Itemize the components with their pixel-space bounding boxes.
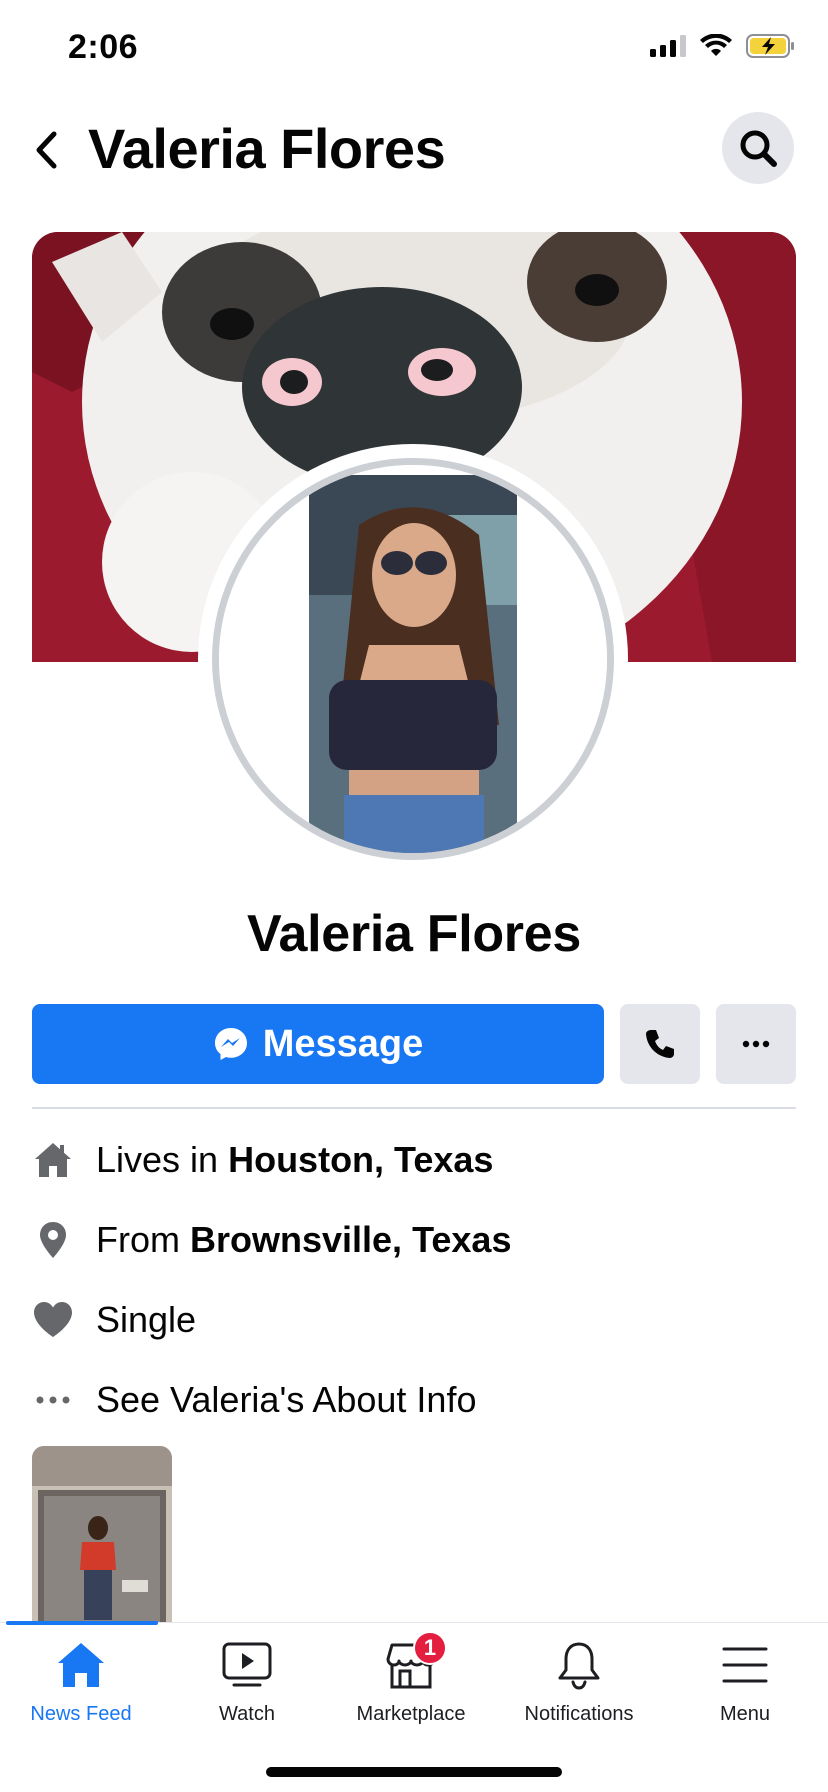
search-icon — [740, 130, 777, 167]
marketplace-badge: 1 — [413, 1631, 447, 1665]
info-row-relationship: Single — [32, 1280, 796, 1360]
tab-label: Notifications — [524, 1703, 634, 1725]
status-time: 2:06 — [68, 28, 139, 66]
tab-marketplace[interactable]: 1 Marketplace — [328, 1631, 494, 1747]
header-title: Valeria Flores — [88, 117, 446, 180]
location-pin-icon — [32, 1219, 74, 1261]
section-divider — [32, 1107, 796, 1109]
more-horizontal-icon — [742, 1040, 770, 1048]
bell-icon — [551, 1637, 607, 1693]
home-icon — [53, 1637, 109, 1693]
lives-in-place-link[interactable]: Houston, Texas — [228, 1139, 493, 1180]
tab-label: News Feed — [30, 1703, 132, 1725]
more-options-button[interactable] — [716, 1004, 796, 1084]
more-horizontal-icon — [32, 1379, 74, 1421]
call-button[interactable] — [620, 1004, 700, 1084]
bottom-tab-bar: News Feed Watch 1 Marketplace Notificati… — [0, 1621, 828, 1792]
profile-photo-image — [219, 465, 607, 853]
from-place-link[interactable]: Brownsville, Texas — [190, 1219, 511, 1260]
intro-info-list: Lives in Houston, Texas From Brownsville… — [32, 1120, 796, 1440]
tab-notifications[interactable]: Notifications — [496, 1637, 662, 1747]
profile-actions: Message — [32, 1004, 796, 1084]
menu-icon — [717, 1637, 773, 1693]
profile-picture-frame — [212, 458, 614, 860]
search-button[interactable] — [722, 112, 794, 184]
profile-picture[interactable] — [198, 444, 628, 874]
profile-name: Valeria Flores — [246, 905, 581, 963]
messenger-icon — [214, 1028, 247, 1060]
chevron-left-icon — [36, 131, 57, 169]
message-button-label: Message — [262, 1022, 424, 1065]
tab-label: Watch — [219, 1703, 275, 1725]
info-relationship-text: Single — [96, 1299, 197, 1340]
phone-icon — [646, 1030, 674, 1058]
home-indicator[interactable] — [266, 1767, 562, 1777]
wifi-icon — [700, 34, 732, 56]
watch-icon — [219, 1637, 275, 1693]
message-button[interactable]: Message — [32, 1004, 604, 1084]
status-icons — [650, 34, 796, 58]
nav-header: Valeria Flores — [0, 100, 828, 200]
cellular-signal-icon — [650, 35, 686, 57]
status-bar: 2:06 — [0, 0, 828, 100]
info-lives-in-text: Lives in Houston, Texas — [96, 1139, 494, 1180]
info-row-from: From Brownsville, Texas — [32, 1200, 796, 1280]
tab-watch[interactable]: Watch — [164, 1637, 330, 1747]
see-about-info-link[interactable]: See Valeria's About Info — [32, 1360, 796, 1440]
battery-charging-icon — [746, 34, 794, 58]
tab-news-feed[interactable]: News Feed — [0, 1637, 164, 1747]
featured-photo-thumbnail[interactable] — [32, 1446, 172, 1626]
tab-label: Marketplace — [356, 1703, 466, 1725]
see-about-info-label: See Valeria's About Info — [96, 1379, 477, 1420]
info-from-text: From Brownsville, Texas — [96, 1219, 512, 1260]
tab-menu[interactable]: Menu — [662, 1637, 828, 1747]
heart-icon — [32, 1299, 74, 1341]
tab-label: Menu — [719, 1703, 771, 1725]
marketplace-icon: 1 — [383, 1631, 447, 1693]
info-row-lives-in: Lives in Houston, Texas — [32, 1120, 796, 1200]
featured-photo-image — [32, 1446, 172, 1626]
active-tab-indicator — [6, 1621, 158, 1625]
home-icon — [32, 1139, 74, 1181]
back-button[interactable] — [26, 122, 66, 178]
